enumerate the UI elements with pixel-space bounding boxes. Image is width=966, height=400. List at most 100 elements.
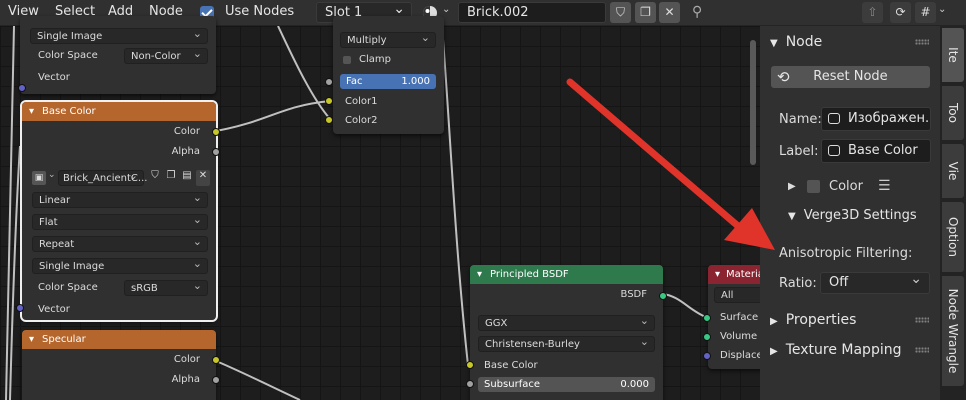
colorspace-dropdown[interactable]: Non-Color bbox=[124, 46, 208, 64]
vector-label: Vector bbox=[38, 72, 70, 83]
node-label-field[interactable]: Base Color bbox=[821, 139, 931, 163]
open-folder-icon[interactable]: ▤ bbox=[180, 170, 194, 186]
chevron-down-icon[interactable]: ⌄ bbox=[442, 4, 450, 15]
subsurface-slider[interactable]: Subsurface 0.000 bbox=[478, 377, 655, 392]
fac-slider[interactable]: Fac 1.000 bbox=[340, 74, 436, 89]
duplicate-icon[interactable]: ❐ bbox=[164, 170, 178, 186]
drag-grip-icon[interactable] bbox=[915, 39, 929, 45]
interpolation-dropdown[interactable]: Linear bbox=[32, 190, 208, 208]
node-icon bbox=[828, 113, 840, 124]
volume-socket[interactable] bbox=[703, 333, 711, 341]
image-icon[interactable]: ▣ bbox=[32, 171, 46, 185]
duplicate-material-icon[interactable]: ❐ bbox=[635, 2, 656, 23]
clamp-checkbox[interactable] bbox=[343, 56, 351, 64]
node-panel-header[interactable]: ▼ Node bbox=[770, 34, 822, 50]
colorspace-label: Color Space bbox=[38, 282, 98, 293]
reset-icon: ⟲ bbox=[777, 68, 790, 86]
color-checkbox[interactable] bbox=[807, 180, 820, 193]
shield-icon[interactable]: ⛉ bbox=[148, 170, 162, 186]
tab-options[interactable]: Option bbox=[942, 202, 964, 272]
node-name-field[interactable]: Изображен... bbox=[821, 107, 931, 131]
node-name-value: Изображен... bbox=[848, 111, 931, 126]
tab-tool[interactable]: Too bbox=[942, 86, 964, 140]
parent-up-arrow-icon[interactable]: ⇧ bbox=[862, 2, 883, 23]
texture-mapping-title: Texture Mapping bbox=[785, 342, 902, 358]
base-color-input-socket[interactable] bbox=[466, 361, 474, 369]
anisotropic-filtering-label: Anisotropic Filtering: bbox=[779, 246, 913, 261]
material-name: Brick.002 bbox=[467, 5, 529, 20]
use-nodes-label: Use Nodes bbox=[225, 4, 295, 19]
displacement-socket[interactable] bbox=[703, 352, 711, 360]
chevron-down-icon[interactable]: ⌄ bbox=[48, 170, 56, 180]
color-subpanel-label: Color bbox=[829, 179, 863, 194]
verge3d-settings-header[interactable]: ▼ Verge3D Settings bbox=[788, 208, 917, 223]
base-color-input-label: Base Color bbox=[484, 360, 538, 371]
material-output-header[interactable]: Material bbox=[708, 265, 768, 284]
color-output-socket[interactable] bbox=[212, 128, 220, 136]
canvas-scrollbar[interactable] bbox=[750, 40, 756, 165]
snap-grid-icon[interactable]: # bbox=[915, 2, 936, 23]
subsurface-label: Subsurface bbox=[484, 379, 540, 390]
tab-node-wrangler-label: Node Wrangle bbox=[946, 288, 960, 374]
tab-view[interactable]: Vie bbox=[942, 144, 964, 198]
subsurface-method-dropdown[interactable]: Christensen-Burley bbox=[478, 334, 655, 352]
ratio-dropdown[interactable]: Off bbox=[820, 269, 930, 294]
subsurface-input-socket[interactable] bbox=[466, 380, 474, 388]
material-name-field[interactable]: Brick.002 bbox=[458, 2, 606, 23]
colorspace-dropdown[interactable]: sRGB bbox=[124, 278, 208, 296]
image-source-dropdown[interactable]: Single Image bbox=[32, 256, 208, 274]
name-label: Name: bbox=[779, 112, 822, 127]
base-color-image-node[interactable]: Base Color Color Alpha ▣ ⌄ Brick_Ancient… bbox=[20, 100, 218, 322]
tab-item-label: Ite bbox=[946, 47, 960, 63]
alpha-output-socket[interactable] bbox=[212, 376, 220, 384]
tab-item[interactable]: Ite bbox=[942, 28, 964, 82]
specular-node-header[interactable]: Specular bbox=[22, 330, 216, 349]
fake-user-shield-icon[interactable]: ⛉ bbox=[610, 2, 631, 23]
color2-socket[interactable] bbox=[325, 116, 333, 124]
chevron-down-icon: ⌄ bbox=[393, 1, 405, 17]
extension-dropdown[interactable]: Repeat bbox=[32, 234, 208, 252]
blend-mode-dropdown[interactable]: Multiply bbox=[340, 30, 436, 48]
specular-image-node[interactable]: Specular Color Alpha bbox=[22, 330, 216, 400]
volume-label: Volume bbox=[720, 331, 758, 342]
fac-label: Fac bbox=[346, 76, 363, 87]
reset-node-button[interactable]: ⟲ Reset Node bbox=[771, 66, 930, 88]
material-output-node[interactable]: Material All Surface Volume Displacen bbox=[708, 265, 774, 369]
color-output-socket[interactable] bbox=[212, 356, 220, 364]
expand-arrow-icon[interactable]: ▶ bbox=[788, 181, 796, 192]
base-color-node-header[interactable]: Base Color bbox=[22, 102, 216, 121]
drag-grip-icon[interactable] bbox=[915, 347, 929, 353]
chevron-down-icon[interactable]: ⌄ bbox=[938, 4, 946, 15]
clamp-label: Clamp bbox=[359, 54, 391, 65]
color1-socket[interactable] bbox=[325, 97, 333, 105]
list-icon[interactable]: ☰ bbox=[878, 178, 891, 194]
vector-socket[interactable] bbox=[18, 84, 26, 92]
node-canvas[interactable]: Single Image Color Space Non-Color Vecto… bbox=[0, 16, 774, 400]
pin-icon[interactable]: ⚲ bbox=[692, 4, 702, 20]
mix-rgb-node[interactable]: Multiply Clamp Fac 1.000 Color1 Color2 bbox=[333, 16, 444, 134]
fac-socket[interactable] bbox=[325, 78, 333, 86]
tab-options-label: Option bbox=[946, 216, 960, 258]
source-dropdown[interactable]: Single Image bbox=[30, 26, 208, 44]
image-texture-node-top[interactable]: Single Image Color Space Non-Color Vecto… bbox=[20, 16, 216, 94]
texture-mapping-panel-header[interactable]: ▶ Texture Mapping bbox=[770, 342, 901, 358]
alpha-output-socket[interactable] bbox=[212, 148, 220, 156]
surface-socket[interactable] bbox=[703, 314, 711, 322]
close-icon[interactable]: ✕ bbox=[196, 170, 210, 186]
projection-dropdown[interactable]: Flat bbox=[32, 212, 208, 230]
vector-input-socket[interactable] bbox=[16, 304, 24, 312]
subsurface-value: 0.000 bbox=[620, 379, 649, 390]
image-name-field[interactable]: Brick_AncientC... bbox=[58, 168, 147, 186]
tab-node-wrangler[interactable]: Node Wrangle bbox=[942, 276, 964, 386]
principled-bsdf-node[interactable]: Principled BSDF BSDF GGX Christensen-Bur… bbox=[470, 265, 663, 400]
properties-panel-header[interactable]: ▶ Properties bbox=[770, 312, 856, 328]
color2-label: Color2 bbox=[345, 115, 378, 126]
node-panel-title: Node bbox=[785, 34, 823, 50]
bsdf-node-header[interactable]: Principled BSDF bbox=[470, 265, 663, 284]
unlink-close-icon[interactable]: ✕ bbox=[659, 2, 680, 23]
drag-grip-icon[interactable] bbox=[915, 317, 929, 323]
reset-node-label: Reset Node bbox=[813, 69, 888, 84]
distribution-dropdown[interactable]: GGX bbox=[478, 313, 655, 331]
snap-magnet-icon[interactable]: ⟳ bbox=[890, 2, 911, 23]
bsdf-output-socket[interactable] bbox=[659, 292, 667, 300]
